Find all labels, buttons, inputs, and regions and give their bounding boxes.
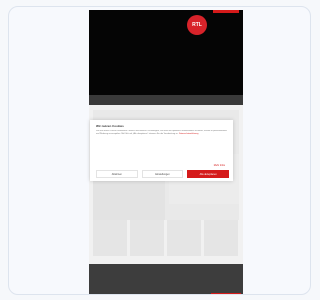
privacy-link[interactable]: Datenschutzerklärung: [179, 133, 198, 135]
teaser-tile[interactable]: [167, 220, 201, 256]
accept-all-button[interactable]: Alle akzeptieren: [187, 170, 230, 178]
teaser-tile[interactable]: [130, 220, 164, 256]
cookie-body: Wir und unsere Partner verwenden Cookies…: [96, 130, 227, 135]
reject-button[interactable]: Ablehnen: [96, 170, 138, 178]
cookie-button-row: Ablehnen Einstellungen Alle akzeptieren: [96, 170, 230, 178]
site-footer: [89, 264, 243, 294]
accent-strip: [211, 293, 241, 294]
cookie-consent-dialog: Wir nutzen Cookies Wir und unsere Partne…: [90, 120, 233, 181]
hero-banner: RTL: [89, 10, 243, 95]
teaser-tile[interactable]: [204, 220, 238, 256]
cookie-title: Wir nutzen Cookies: [96, 124, 124, 128]
teaser-tile[interactable]: [93, 220, 127, 256]
more-info-link[interactable]: Mehr Infos: [214, 164, 225, 167]
sub-navigation: [89, 95, 243, 105]
cookie-text: Wir und unsere Partner verwenden Cookies…: [96, 130, 227, 152]
brand-logo[interactable]: RTL: [187, 15, 207, 35]
accent-strip: [213, 10, 239, 13]
settings-button[interactable]: Einstellungen: [141, 170, 184, 178]
